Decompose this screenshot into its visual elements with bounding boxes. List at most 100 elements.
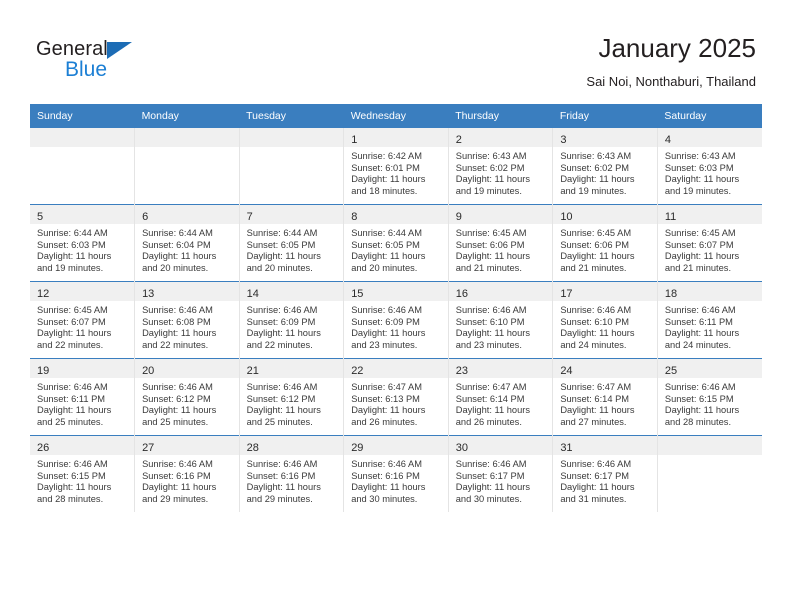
calendar-table: Sunday Monday Tuesday Wednesday Thursday…	[30, 104, 762, 512]
sunrise-time: Sunrise: 6:46 AM	[560, 459, 632, 469]
calendar-day-cell[interactable]: 1 Sunrise: 6:42 AM Sunset: 6:01 PM Daylight…	[343, 128, 449, 205]
calendar-day-cell[interactable]: 19 Sunrise: 6:46 AM Sunset: 6:11 PM Dayligh…	[30, 358, 135, 436]
daylight-duration-line-2: and 25 minutes.	[37, 416, 104, 427]
sunset-time: Sunset: 6:06 PM	[560, 239, 630, 250]
day-number: 13	[142, 288, 155, 300]
daylight-duration-line-2: and 31 minutes.	[560, 493, 627, 504]
daylight-duration-line-2: and 22 minutes.	[246, 339, 313, 350]
calendar-day-cell[interactable]: 22 Sunrise: 6:47 AM Sunset: 6:13 PM Dayligh…	[343, 358, 449, 436]
general-blue-logo[interactable]: General Blue	[36, 38, 186, 86]
calendar-day-cell[interactable]: 8 Sunrise: 6:44 AM Sunset: 6:05 PM Daylight…	[343, 204, 449, 282]
sunset-time: Sunset: 6:10 PM	[455, 316, 525, 327]
day-cell-body: Sunrise: 6:46 AM Sunset: 6:08 PM Daylight:…	[135, 301, 239, 351]
calendar-day-cell[interactable]: 2 Sunrise: 6:43 AM Sunset: 6:02 PM Daylight…	[447, 128, 553, 205]
daylight-duration-line-1: Daylight: 11 hours	[560, 328, 635, 339]
calendar-cell-empty	[134, 128, 240, 205]
calendar-day-cell[interactable]: 21 Sunrise: 6:46 AM Sunset: 6:12 PM Dayligh…	[238, 358, 344, 436]
calendar-day-cell[interactable]: 15 Sunrise: 6:46 AM Sunset: 6:09 PM Dayligh…	[343, 281, 449, 359]
sunset-time: Sunset: 6:09 PM	[246, 316, 316, 327]
calendar-body: 1 Sunrise: 6:42 AM Sunset: 6:01 PM Daylight…	[30, 128, 762, 512]
daylight-duration-line-1: Daylight: 11 hours	[351, 174, 426, 185]
calendar-day-cell[interactable]: 17 Sunrise: 6:46 AM Sunset: 6:10 PM Dayligh…	[552, 281, 658, 359]
day-number: 26	[37, 442, 50, 454]
calendar-header-row: Sunday Monday Tuesday Wednesday Thursday…	[30, 104, 762, 128]
calendar-day-cell[interactable]: 9 Sunrise: 6:45 AM Sunset: 6:06 PM Daylight…	[447, 204, 553, 282]
day-number: 14	[246, 288, 259, 300]
calendar-day-cell[interactable]: 25 Sunrise: 6:46 AM Sunset: 6:15 PM Dayligh…	[656, 358, 762, 436]
day-cell-body: Sunrise: 6:44 AM Sunset: 6:05 PM Daylight:…	[344, 224, 448, 274]
sunrise-time: Sunrise: 6:44 AM	[246, 228, 318, 238]
calendar-day-cell[interactable]: 16 Sunrise: 6:46 AM Sunset: 6:10 PM Dayligh…	[447, 281, 553, 359]
day-number-band: 31	[553, 436, 657, 455]
day-number-band: 20	[135, 359, 239, 378]
calendar-day-cell[interactable]: 10 Sunrise: 6:45 AM Sunset: 6:06 PM Dayligh…	[552, 204, 658, 282]
daylight-duration-line-1: Daylight: 11 hours	[246, 482, 321, 493]
calendar-day-cell[interactable]: 12 Sunrise: 6:45 AM Sunset: 6:07 PM Dayligh…	[30, 281, 135, 359]
day-cell-body: Sunrise: 6:45 AM Sunset: 6:06 PM Daylight:…	[553, 224, 657, 274]
day-number: 30	[455, 442, 468, 454]
day-cell-inner: 14 Sunrise: 6:46 AM Sunset: 6:09 PM Dayligh…	[239, 282, 344, 358]
calendar-day-cell[interactable]: 13 Sunrise: 6:46 AM Sunset: 6:08 PM Dayligh…	[134, 281, 240, 359]
daylight-duration-line-2: and 26 minutes.	[351, 416, 418, 427]
daylight-duration-line-2: and 21 minutes.	[664, 262, 732, 273]
weekday-header-monday: Monday	[134, 104, 240, 128]
day-cell-inner: 7 Sunrise: 6:44 AM Sunset: 6:05 PM Daylight…	[239, 205, 344, 281]
daylight-duration-line-1: Daylight: 11 hours	[560, 482, 635, 493]
day-number-band	[239, 128, 344, 147]
calendar-day-cell[interactable]: 23 Sunrise: 6:47 AM Sunset: 6:14 PM Dayligh…	[447, 358, 553, 436]
day-cell-inner: 22 Sunrise: 6:47 AM Sunset: 6:13 PM Dayligh…	[344, 359, 448, 435]
calendar-day-cell[interactable]: 18 Sunrise: 6:46 AM Sunset: 6:11 PM Dayligh…	[656, 281, 762, 359]
day-cell-body: Sunrise: 6:46 AM Sunset: 6:12 PM Daylight:…	[135, 378, 239, 428]
calendar-day-cell[interactable]: 24 Sunrise: 6:47 AM Sunset: 6:14 PM Dayligh…	[552, 358, 658, 436]
day-cell-inner: 21 Sunrise: 6:46 AM Sunset: 6:12 PM Dayligh…	[239, 359, 344, 435]
day-number-band: 6	[135, 205, 239, 224]
sunset-time: Sunset: 6:03 PM	[664, 162, 734, 173]
calendar-day-cell[interactable]: 3 Sunrise: 6:43 AM Sunset: 6:02 PM Daylight…	[552, 128, 658, 205]
calendar-day-cell[interactable]: 26 Sunrise: 6:46 AM Sunset: 6:15 PM Dayligh…	[30, 435, 135, 512]
sunset-time: Sunset: 6:04 PM	[142, 239, 211, 250]
calendar-day-cell[interactable]: 5 Sunrise: 6:44 AM Sunset: 6:03 PM Daylight…	[30, 204, 135, 282]
daylight-duration-line-2: and 20 minutes.	[142, 262, 209, 273]
day-number: 18	[664, 288, 678, 300]
calendar-day-cell[interactable]: 11 Sunrise: 6:45 AM Sunset: 6:07 PM Dayligh…	[656, 204, 762, 282]
calendar-day-cell[interactable]: 27 Sunrise: 6:46 AM Sunset: 6:16 PM Dayligh…	[134, 435, 240, 512]
daylight-duration-line-1: Daylight: 11 hours	[560, 405, 635, 416]
daylight-duration-line-1: Daylight: 11 hours	[37, 405, 112, 416]
day-cell-inner: 9 Sunrise: 6:45 AM Sunset: 6:06 PM Daylight…	[448, 205, 553, 281]
day-cell-inner: 17 Sunrise: 6:46 AM Sunset: 6:10 PM Dayligh…	[553, 282, 657, 358]
day-number: 15	[351, 288, 364, 300]
daylight-duration-line-2: and 19 minutes.	[455, 185, 522, 196]
calendar-week-row: 12 Sunrise: 6:45 AM Sunset: 6:07 PM Dayligh…	[30, 281, 762, 359]
calendar-day-cell[interactable]: 4 Sunrise: 6:43 AM Sunset: 6:03 PM Daylight…	[656, 128, 762, 205]
day-cell-inner: 31 Sunrise: 6:46 AM Sunset: 6:17 PM Dayligh…	[553, 436, 657, 512]
calendar-day-cell[interactable]: 31 Sunrise: 6:46 AM Sunset: 6:17 PM Dayligh…	[552, 435, 658, 512]
calendar-day-cell[interactable]: 6 Sunrise: 6:44 AM Sunset: 6:04 PM Daylight…	[134, 204, 240, 282]
sunrise-time: Sunrise: 6:45 AM	[37, 305, 108, 315]
weekday-header-saturday: Saturday	[657, 104, 762, 128]
day-cell-inner: 19 Sunrise: 6:46 AM Sunset: 6:11 PM Dayligh…	[30, 359, 135, 435]
sunrise-time: Sunrise: 6:43 AM	[560, 151, 632, 161]
daylight-duration-line-1: Daylight: 11 hours	[37, 251, 112, 262]
daylight-duration-line-2: and 22 minutes.	[37, 339, 104, 350]
day-cell-body: Sunrise: 6:46 AM Sunset: 6:16 PM Daylight:…	[344, 455, 448, 505]
day-number-band: 5	[30, 205, 135, 224]
day-cell-inner: 1 Sunrise: 6:42 AM Sunset: 6:01 PM Daylight…	[344, 128, 448, 204]
title-block: January 2025 Sai Noi, Nonthaburi, Thaila…	[586, 32, 756, 91]
calendar-day-cell[interactable]: 14 Sunrise: 6:46 AM Sunset: 6:09 PM Dayligh…	[238, 281, 344, 359]
day-cell-body: Sunrise: 6:47 AM Sunset: 6:13 PM Daylight:…	[344, 378, 448, 428]
day-number-band: 10	[553, 205, 657, 224]
sunset-time: Sunset: 6:06 PM	[455, 239, 525, 250]
daylight-duration-line-1: Daylight: 11 hours	[142, 482, 217, 493]
calendar-day-cell[interactable]: 28 Sunrise: 6:46 AM Sunset: 6:16 PM Dayligh…	[238, 435, 344, 512]
day-number-band: 11	[657, 205, 762, 224]
calendar-day-cell[interactable]: 20 Sunrise: 6:46 AM Sunset: 6:12 PM Dayligh…	[134, 358, 240, 436]
sunset-time: Sunset: 6:07 PM	[37, 316, 106, 327]
calendar-day-cell[interactable]: 30 Sunrise: 6:46 AM Sunset: 6:17 PM Dayligh…	[447, 435, 553, 512]
day-cell-inner: 5 Sunrise: 6:44 AM Sunset: 6:03 PM Daylight…	[30, 205, 135, 281]
daylight-duration-line-2: and 21 minutes.	[455, 262, 522, 273]
day-cell-inner: 15 Sunrise: 6:46 AM Sunset: 6:09 PM Dayligh…	[344, 282, 448, 358]
calendar-day-cell[interactable]: 7 Sunrise: 6:44 AM Sunset: 6:05 PM Daylight…	[238, 204, 344, 282]
day-number-band: 28	[239, 436, 344, 455]
day-number-band	[30, 128, 135, 147]
calendar-day-cell[interactable]: 29 Sunrise: 6:46 AM Sunset: 6:16 PM Dayligh…	[343, 435, 449, 512]
